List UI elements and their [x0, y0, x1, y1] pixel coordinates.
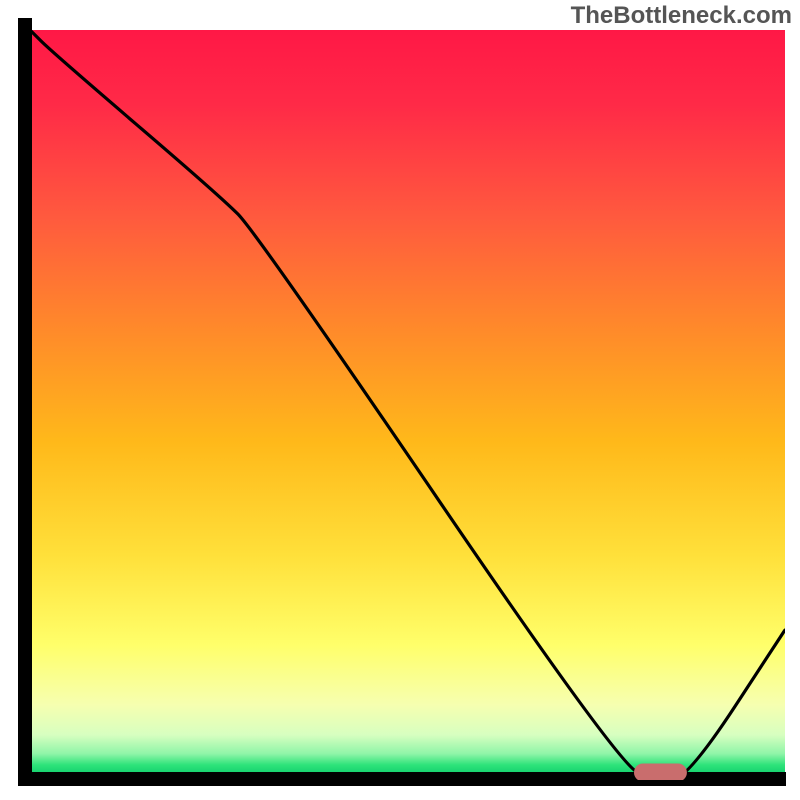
optimal-range-marker — [634, 764, 687, 782]
plot-svg — [0, 0, 800, 800]
bottleneck-chart: TheBottleneck.com — [0, 0, 800, 800]
gradient-background — [30, 30, 785, 780]
watermark-text: TheBottleneck.com — [571, 2, 792, 30]
y-axis — [18, 18, 32, 786]
